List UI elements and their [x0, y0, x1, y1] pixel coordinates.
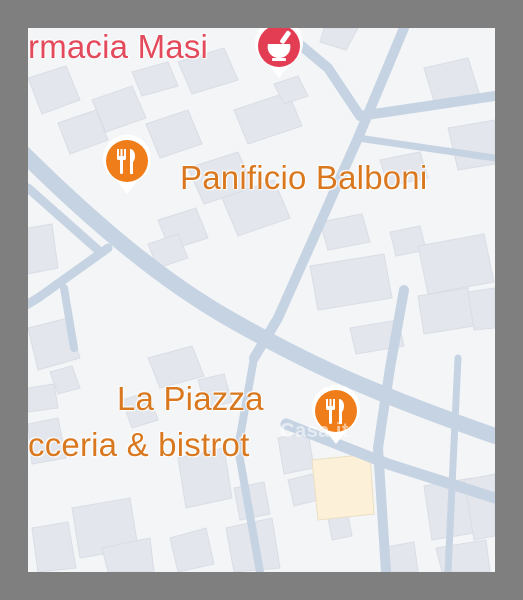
building: [28, 383, 59, 413]
poi-label-piazza-line1[interactable]: La Piazza: [117, 382, 264, 415]
map-base-layer: [28, 28, 495, 572]
restaurant-pin-panificio[interactable]: [98, 132, 156, 196]
watermark: Casa.it: [280, 420, 350, 442]
building: [417, 287, 475, 335]
pharmacy-pin[interactable]: [250, 28, 308, 80]
poi-label-piazza-line2[interactable]: cceria & bistrot: [28, 428, 249, 461]
poi-label-farmacia[interactable]: rmacia Masi: [28, 30, 208, 63]
highlighted-lot: [311, 453, 375, 521]
map-viewport[interactable]: rmacia Masi Panificio Balboni La Piazza …: [28, 28, 495, 572]
building: [28, 223, 59, 275]
screenshot-frame: rmacia Masi Panificio Balboni La Piazza …: [0, 0, 523, 600]
poi-label-panificio[interactable]: Panificio Balboni: [180, 161, 427, 194]
building: [31, 521, 77, 572]
restaurant-pin-circle: [106, 140, 148, 182]
